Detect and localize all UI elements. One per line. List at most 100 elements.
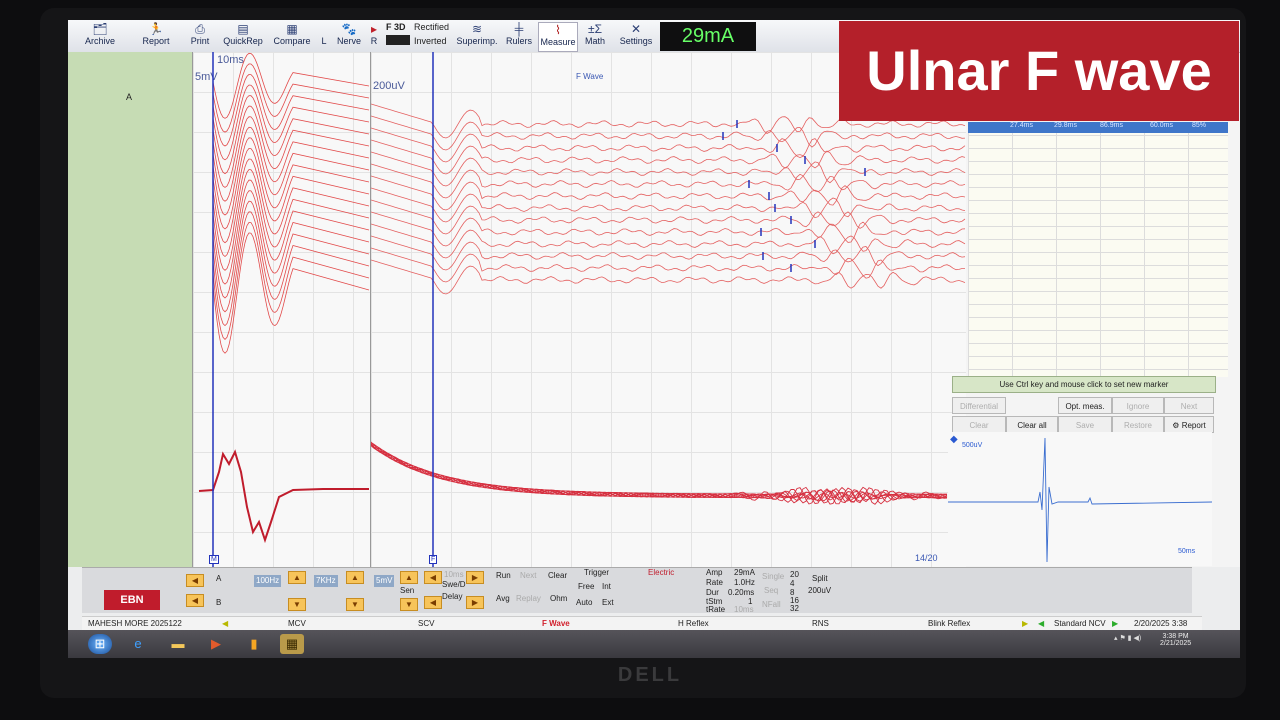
m-response-sweep xyxy=(212,169,370,271)
protocol-next-icon[interactable]: ▶ xyxy=(1112,617,1118,630)
split-value[interactable]: 200uV xyxy=(808,586,831,595)
report-button-panel[interactable]: ⚙ Report xyxy=(1164,416,1214,433)
left-side-button[interactable]: L xyxy=(318,22,330,50)
rulers-button[interactable]: ╪ Rulers xyxy=(504,22,534,50)
seq-mode[interactable]: Seq xyxy=(764,586,778,595)
int-trigger[interactable]: Int xyxy=(602,582,611,591)
measure-button[interactable]: ⌇ Measure xyxy=(538,22,578,52)
report-icon: ⚙ xyxy=(1172,421,1182,430)
app-icon[interactable]: ▮ xyxy=(242,634,266,654)
count-32[interactable]: 32 xyxy=(790,604,799,613)
sensitivity-up[interactable]: ▲ xyxy=(400,571,418,584)
rectified-toggle[interactable]: Rectified xyxy=(414,22,449,32)
superimp-button[interactable]: ≋ Superimp. xyxy=(452,22,502,50)
clear-button[interactable]: Clear xyxy=(952,416,1006,433)
tab-scv[interactable]: SCV xyxy=(418,617,434,630)
m-response-window[interactable]: 10ms 5mV M xyxy=(192,52,371,567)
clear-all-button[interactable]: Clear all xyxy=(1006,416,1058,433)
video-title-overlay: Ulnar F wave xyxy=(839,21,1239,121)
differential-button[interactable]: Differential xyxy=(952,397,1006,414)
next-button[interactable]: Next xyxy=(520,571,536,580)
sweep-right[interactable]: ▶ xyxy=(466,571,484,584)
tab-rns[interactable]: RNS xyxy=(812,617,829,630)
low-filter-value[interactable]: 100Hz xyxy=(254,575,282,587)
ignore-button[interactable]: Ignore xyxy=(1112,397,1164,414)
count-20[interactable]: 20 xyxy=(790,570,799,579)
single-mode[interactable]: Single xyxy=(762,572,784,581)
sweep-left[interactable]: ◀ xyxy=(424,571,442,584)
run-button[interactable]: Run xyxy=(496,571,511,580)
dur-label: Dur xyxy=(706,588,719,597)
speaker-b-icon[interactable]: ◀ xyxy=(186,594,204,607)
f3d-toggle[interactable]: F 3D xyxy=(386,22,406,32)
protocol-prev-icon[interactable]: ◀ xyxy=(1038,617,1044,630)
next-marker-button[interactable]: Next xyxy=(1164,397,1214,414)
m-marker[interactable]: M xyxy=(209,555,219,564)
tray-icons[interactable]: ▴ ⚑ ▮ ◀) xyxy=(1114,634,1141,642)
settings-button[interactable]: ✕ Settings xyxy=(616,22,656,50)
save-button[interactable]: Save xyxy=(1058,416,1112,433)
emg-app-icon[interactable]: ▦ xyxy=(280,634,304,654)
count-4[interactable]: 4 xyxy=(790,579,794,588)
mini-trace-window[interactable]: ◆ 500uV 50ms xyxy=(948,432,1212,566)
prev-arrow-icon[interactable]: ◀ xyxy=(222,617,228,630)
sensitivity-value[interactable]: 5mV xyxy=(374,575,395,587)
arrow-right-icon: ▸ xyxy=(370,22,378,36)
channel-a[interactable]: A xyxy=(216,574,221,583)
math-button[interactable]: ±Σ Math xyxy=(580,22,610,50)
quickrep-button[interactable]: ▤ QuickRep xyxy=(220,22,266,50)
media-player-icon[interactable]: ▶ xyxy=(204,634,228,654)
tab-h-reflex[interactable]: H Reflex xyxy=(678,617,709,630)
restore-button[interactable]: Restore xyxy=(1112,416,1164,433)
high-filter-up[interactable]: ▲ xyxy=(346,571,364,584)
replay-button[interactable]: Replay xyxy=(516,594,541,603)
auto-trigger[interactable]: Auto xyxy=(576,598,592,607)
inverted-icon xyxy=(386,35,410,45)
clock[interactable]: 3:38 PM 2/21/2025 xyxy=(1160,633,1191,647)
opt-meas-button[interactable]: Opt. meas. xyxy=(1058,397,1112,414)
right-side-button[interactable]: ▸ R xyxy=(368,22,380,50)
archive-button[interactable]: 🗂 Archive xyxy=(80,22,120,50)
report-button[interactable]: 🏃 Report xyxy=(134,22,178,50)
high-filter-value[interactable]: 7KHz xyxy=(314,575,338,587)
internet-explorer-icon[interactable]: e xyxy=(126,634,150,654)
avg-button[interactable]: Avg xyxy=(496,594,510,603)
tab-mcv[interactable]: MCV xyxy=(288,617,306,630)
dur-value[interactable]: 0.20ms xyxy=(728,588,754,597)
folder-icon[interactable]: ▬ xyxy=(166,634,190,654)
inverted-toggle[interactable]: Inverted xyxy=(414,36,447,46)
protocol-name[interactable]: Standard NCV xyxy=(1054,617,1106,630)
nfall-mode[interactable]: NFall xyxy=(762,600,781,609)
ext-trigger[interactable]: Ext xyxy=(602,598,614,607)
marker-hint: Use Ctrl key and mouse click to set new … xyxy=(952,376,1216,393)
tab-blink-reflex[interactable]: Blink Reflex xyxy=(928,617,970,630)
channel-b[interactable]: B xyxy=(216,598,221,607)
header-cell: 27.4ms xyxy=(1010,122,1033,129)
trate-value[interactable]: 10ms xyxy=(734,605,754,614)
delay-label[interactable]: Delay xyxy=(442,592,462,601)
low-filter-up[interactable]: ▲ xyxy=(288,571,306,584)
speaker-a-icon[interactable]: ◀ xyxy=(186,574,204,587)
delay-left[interactable]: ◀ xyxy=(424,596,442,609)
ohm-button[interactable]: Ohm xyxy=(550,594,567,603)
free-trigger[interactable]: Free xyxy=(578,582,594,591)
sweep-label[interactable]: Swe/D xyxy=(442,580,466,589)
tab-f-wave[interactable]: F Wave xyxy=(542,617,570,630)
print-button[interactable]: ⎙ Print xyxy=(182,22,218,50)
clear-data-button[interactable]: Clear xyxy=(548,571,567,580)
f-wave-window[interactable]: 200uV F Wave F 14/20 xyxy=(370,52,967,567)
start-button-icon[interactable]: ⊞ xyxy=(88,634,112,654)
f-marker[interactable]: F xyxy=(429,555,438,564)
m-response-sweep xyxy=(212,52,370,119)
high-filter-down[interactable]: ▼ xyxy=(346,598,364,611)
delay-right[interactable]: ▶ xyxy=(466,596,484,609)
compare-button[interactable]: ▦ Compare xyxy=(270,22,314,50)
rate-value[interactable]: 1.0Hz xyxy=(734,578,755,587)
low-filter-down[interactable]: ▼ xyxy=(288,598,306,611)
measure-icon: ⌇ xyxy=(555,23,561,37)
split-toggle[interactable]: Split xyxy=(812,574,828,583)
amp-value[interactable]: 29mA xyxy=(734,568,755,577)
nerve-button[interactable]: 🐾 Nerve xyxy=(332,22,366,50)
next-arrow-icon[interactable]: ▶ xyxy=(1022,617,1028,630)
sensitivity-down[interactable]: ▼ xyxy=(400,598,418,611)
